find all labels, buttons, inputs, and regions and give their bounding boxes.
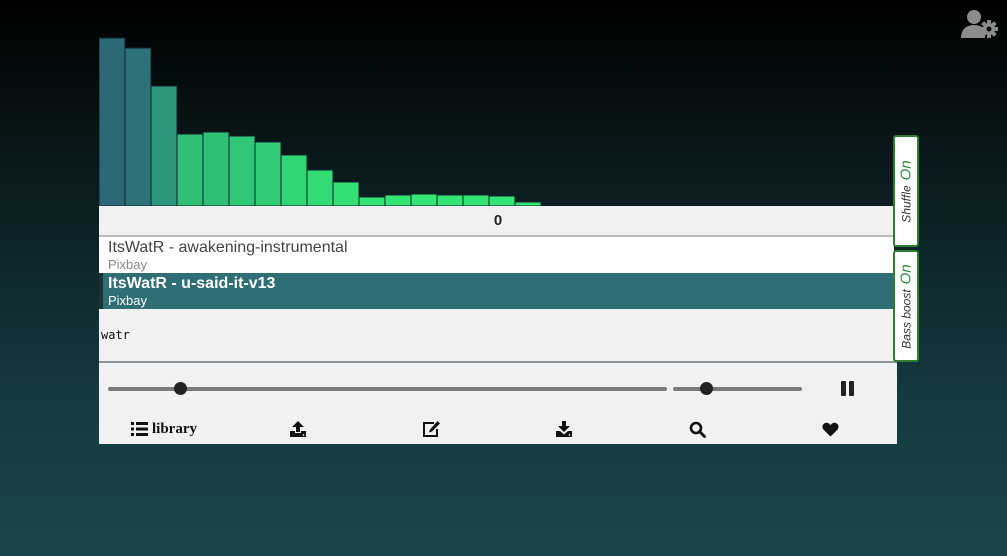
library-button[interactable]: library [131, 418, 197, 440]
visualizer-bar [150, 85, 178, 206]
track-title: ItsWatR - awakening-instrumental [108, 238, 348, 256]
visualizer-bar [332, 181, 360, 206]
audio-visualizer [99, 37, 542, 206]
visualizer-bar [410, 193, 438, 206]
visualizer-bar [462, 194, 490, 206]
visualizer-bar [99, 37, 126, 206]
shuffle-state: On [897, 159, 915, 180]
search-input[interactable] [101, 328, 501, 342]
track-artist: Pixbay [108, 292, 148, 308]
shuffle-toggle[interactable]: Shuffle On [893, 135, 919, 247]
pause-icon[interactable] [839, 381, 855, 397]
playlist-item[interactable]: ItsWatR - awakening-instrumental Pixbay [99, 237, 894, 273]
download-icon [555, 420, 573, 438]
playlist-item-active[interactable]: ItsWatR - u-said-it-v13 Pixbay [99, 273, 894, 309]
search-area [99, 309, 897, 363]
user-settings-icon[interactable] [960, 8, 1000, 40]
edit-icon [422, 420, 441, 438]
list-icon [131, 421, 148, 437]
visualizer-bar [280, 154, 308, 206]
visualizer-bar [124, 47, 152, 206]
heart-icon [822, 422, 839, 437]
bass-boost-label: Bass boost [899, 288, 914, 349]
seek-knob[interactable] [174, 382, 188, 395]
visualizer-bar [488, 195, 516, 206]
player-controls: library [99, 363, 897, 444]
volume-knob[interactable] [700, 382, 714, 395]
counter-value: 0 [493, 212, 503, 229]
visualizer-bar [358, 196, 386, 206]
volume-track[interactable] [673, 387, 802, 391]
download-button[interactable] [555, 418, 573, 440]
visualizer-bar [176, 133, 204, 206]
edit-button[interactable] [422, 418, 441, 440]
seek-track[interactable] [108, 387, 667, 391]
library-label: library [152, 420, 197, 437]
search-button[interactable] [689, 418, 706, 440]
visualizer-bar [202, 131, 230, 206]
shuffle-label: Shuffle [899, 184, 914, 223]
playlist: ItsWatR - awakening-instrumental Pixbay … [99, 237, 894, 309]
visualizer-bar [436, 194, 464, 206]
track-title: ItsWatR - u-said-it-v13 [108, 274, 276, 292]
visualizer-bar [228, 135, 256, 206]
counter-bar: 0 [99, 206, 897, 237]
track-artist: Pixbay [108, 256, 148, 272]
bass-boost-toggle[interactable]: Bass boost On [893, 250, 919, 362]
upload-button[interactable] [289, 418, 307, 440]
upload-icon [289, 420, 307, 438]
search-icon [689, 421, 706, 438]
bass-boost-state: On [897, 263, 915, 284]
visualizer-bar [306, 169, 334, 206]
visualizer-bar [384, 194, 412, 206]
visualizer-bar [254, 141, 282, 206]
favorites-button[interactable] [822, 418, 839, 440]
